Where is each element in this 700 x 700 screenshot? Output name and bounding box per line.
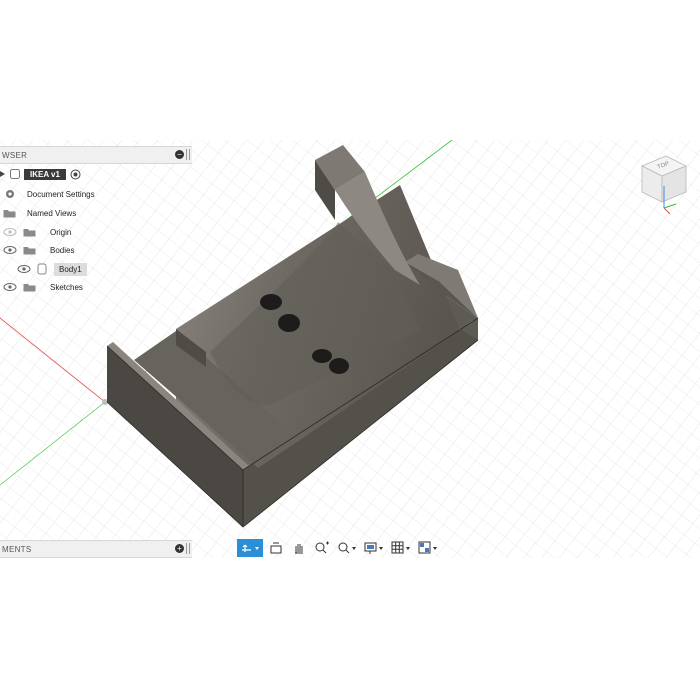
tree-item-label: Origin <box>50 227 72 237</box>
tree-item-sketches[interactable]: Sketches <box>0 279 83 295</box>
tree-item-label: Named Views <box>27 208 77 218</box>
orbit-icon[interactable] <box>237 539 263 557</box>
comments-panel-header[interactable]: MENTS + <box>0 540 192 558</box>
comments-add-button[interactable]: + <box>175 544 184 553</box>
eye-icon[interactable] <box>3 282 17 292</box>
expand-arrow-icon[interactable] <box>0 170 6 178</box>
mount-hole <box>312 349 332 363</box>
browser-title: WSER <box>2 150 28 160</box>
folder-icon <box>23 284 36 292</box>
view-cube[interactable]: TOP <box>636 152 692 216</box>
zoom-window-icon[interactable] <box>312 539 332 557</box>
eye-icon[interactable] <box>17 264 31 274</box>
folder-icon <box>23 229 36 237</box>
tree-item-document-settings[interactable]: Document Settings <box>0 186 95 202</box>
body-label[interactable]: Body1 <box>54 262 87 276</box>
navigation-toolbar <box>237 538 443 558</box>
folder-icon <box>3 210 16 218</box>
tree-item-label: Document Settings <box>27 189 95 199</box>
mount-hole <box>278 314 300 332</box>
mount-hole <box>329 358 349 374</box>
model-scene[interactable] <box>0 140 700 558</box>
body-icon <box>37 263 47 275</box>
browser-resize-grip[interactable] <box>186 149 190 160</box>
zoom-icon[interactable] <box>335 539 359 557</box>
comments-resize-grip[interactable] <box>186 543 190 554</box>
tree-item-label: Sketches <box>50 282 83 292</box>
activate-radio-icon[interactable] <box>70 169 81 180</box>
browser-collapse-button[interactable]: − <box>175 150 184 159</box>
mount-hole <box>260 294 282 310</box>
gear-icon <box>6 190 14 198</box>
browser-panel-header[interactable]: WSER − <box>0 146 192 164</box>
pan-icon[interactable] <box>289 539 309 557</box>
display-settings-icon[interactable] <box>362 539 386 557</box>
tree-item-body1[interactable]: Body1 <box>0 261 87 277</box>
comments-title: MENTS <box>2 544 32 554</box>
tree-item-named-views[interactable]: Named Views <box>0 205 76 221</box>
design-canvas[interactable]: TOP <box>0 140 700 558</box>
eye-icon[interactable] <box>3 245 17 255</box>
folder-icon <box>23 247 36 255</box>
component-icon <box>10 169 20 179</box>
tree-item-origin[interactable]: Origin <box>0 224 71 240</box>
eye-hidden-icon[interactable] <box>3 227 17 237</box>
tree-item-bodies[interactable]: Bodies <box>0 242 74 258</box>
tree-root[interactable]: IKEA v1 <box>0 166 81 182</box>
tree-item-label: Bodies <box>50 245 75 255</box>
grid-settings-icon[interactable] <box>389 539 413 557</box>
look-at-icon[interactable] <box>266 539 286 557</box>
viewports-icon[interactable] <box>416 539 440 557</box>
root-component-label[interactable]: IKEA v1 <box>24 168 66 180</box>
